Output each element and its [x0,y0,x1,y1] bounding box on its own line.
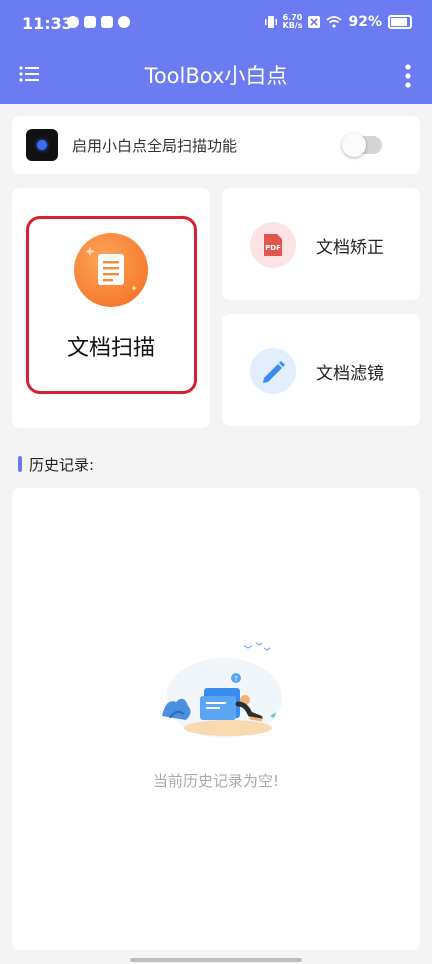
global-scan-setting: 启用小白点全局扫描功能 [12,116,420,174]
svg-text:?: ? [234,675,238,683]
sim-off-icon [308,16,321,28]
notification-icons [67,16,130,28]
document-icon [85,247,137,291]
document-filter-label: 文档滤镜 [316,364,384,384]
mail-notification-icon [84,16,96,28]
network-speed: 6.70 KB/s [283,14,303,30]
pencil-icon-wrapper [250,348,296,394]
pdf-icon: PDF [264,234,282,256]
document-correct-label: 文档矫正 [316,238,384,258]
battery-icon [388,15,412,29]
app-bar: ToolBox小白点 [0,50,432,104]
status-time: 11:33 [22,14,73,33]
pdf-icon-wrapper: PDF [250,222,296,268]
pencil-icon [263,361,285,383]
global-scan-toggle[interactable] [342,133,382,157]
history-accent-bar [18,456,22,472]
empty-history-illustration: ? [162,642,282,738]
pdf-badge-text: PDF [265,244,281,252]
empty-history-text: 当前历史记录为空! [152,772,279,790]
document-scan-label: 文档扫描 [66,336,155,361]
document-correct-card[interactable]: PDF 文档矫正 [222,188,420,300]
app-title: ToolBox小白点 [144,64,288,88]
video-notification-icon [101,16,113,28]
document-scan-card[interactable]: 文档扫描 [12,188,210,428]
network-speed-unit: KB/s [282,21,303,30]
history-header: 历史记录: [18,455,95,474]
wifi-icon [326,16,343,28]
app-notification-icon [67,16,79,28]
system-status: 6.70 KB/s 92% [264,14,412,30]
vibrate-icon [264,16,277,28]
chat-notification-icon [118,16,130,28]
history-panel: ? 当前历史记录为空! [12,488,420,950]
gesture-home-bar[interactable] [130,958,302,962]
white-dot-logo-icon [26,129,58,161]
document-filter-card[interactable]: 文档滤镜 [222,314,420,426]
document-scan-icon [74,233,148,307]
global-scan-label: 启用小白点全局扫描功能 [72,137,238,155]
more-options-icon[interactable] [404,62,412,90]
status-bar: 11:33 6.70 KB/s 92% [0,0,432,50]
toggle-knob [342,133,366,157]
battery-percent: 92% [348,14,382,30]
history-title: 历史记录: [29,455,95,474]
top-bar: 11:33 6.70 KB/s 92% ToolBox小白点 [0,0,432,104]
